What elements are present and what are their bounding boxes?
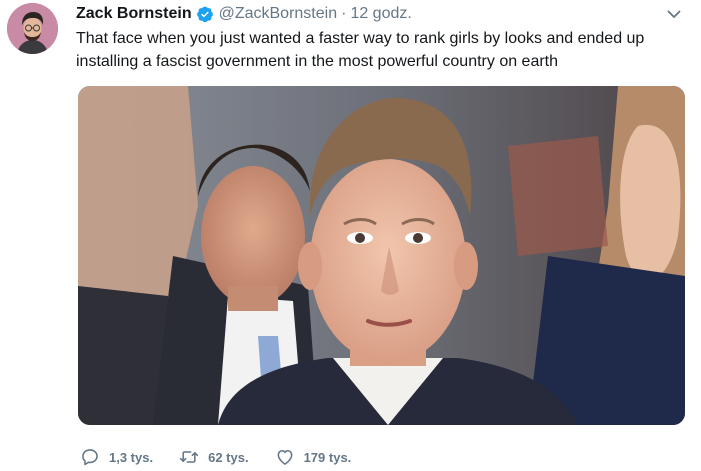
tweet-photo[interactable]: [78, 86, 685, 425]
tweet: Zack Bornstein @ZackBornstein · 12 godz.…: [0, 0, 701, 471]
tweet-text-line: That face when you just wanted a faster …: [76, 30, 645, 47]
tweet-actions: 1,3 tys. 62 tys. 179 tys.: [80, 445, 377, 469]
reply-icon: [82, 449, 98, 466]
avatar[interactable]: [7, 3, 58, 54]
reply-count: 1,3 tys.: [109, 449, 154, 465]
tweet-text-line: installing a fascist government in the m…: [76, 53, 559, 70]
header-separator: ·: [341, 5, 347, 22]
avatar-image: [7, 3, 58, 54]
verified-badge-icon: [196, 5, 214, 23]
reply-action[interactable]: 1,3 tys.: [80, 447, 153, 467]
tweet-timestamp[interactable]: 12 godz.: [350, 5, 411, 23]
photo-image: [78, 86, 685, 425]
retweet-count: 62 tys.: [208, 449, 249, 465]
heart-icon: [277, 449, 293, 465]
author-name[interactable]: Zack Bornstein: [76, 5, 192, 23]
author-handle[interactable]: @ZackBornstein: [219, 5, 338, 23]
retweet-action[interactable]: 62 tys.: [179, 447, 249, 467]
like-action[interactable]: 179 tys.: [275, 447, 352, 467]
retweet-icon: [179, 451, 199, 463]
tweet-header: Zack Bornstein @ZackBornstein · 12 godz.: [76, 3, 412, 25]
tweet-text: That face when you just wanted a faster …: [76, 27, 686, 73]
like-count: 179 tys.: [303, 449, 352, 465]
chevron-down-icon[interactable]: [665, 5, 683, 23]
